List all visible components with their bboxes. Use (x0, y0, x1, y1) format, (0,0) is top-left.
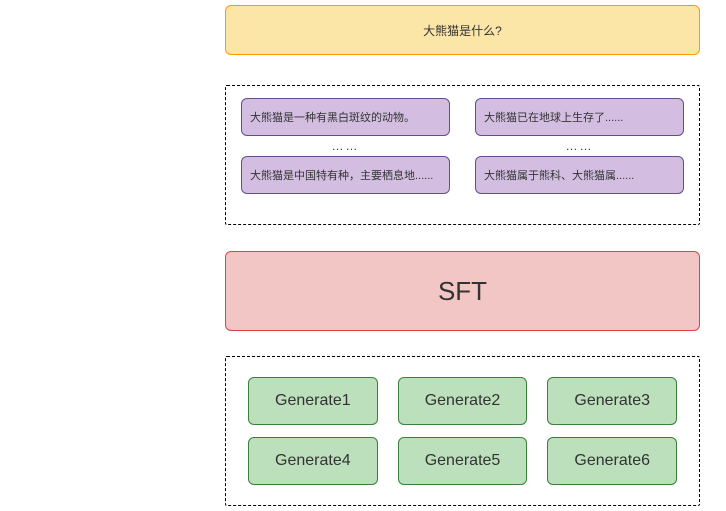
generate-label: Generate6 (574, 452, 650, 469)
samples-container: 大熊猫是一种有黑白斑纹的动物。 大熊猫已在地球上生存了...... …… …… … (225, 85, 700, 225)
ellipsis: …… (475, 139, 684, 153)
sft-box: SFT (225, 251, 700, 331)
generate-box: Generate1 (248, 377, 378, 425)
generate-label: Generate3 (574, 392, 650, 409)
sample-box: 大熊猫已在地球上生存了...... (475, 98, 684, 136)
samples-row-2: 大熊猫是中国特有种，主要栖息地...... 大熊猫属于熊科、大熊猫属...... (241, 156, 684, 194)
generate-box: Generate2 (398, 377, 528, 425)
sft-label: SFT (438, 276, 487, 307)
sample-box: 大熊猫属于熊科、大熊猫属...... (475, 156, 684, 194)
generate-container: Generate1 Generate2 Generate3 Generate4 … (225, 356, 700, 506)
generate-label: Generate1 (275, 392, 351, 409)
sample-box: 大熊猫是一种有黑白斑纹的动物。 (241, 98, 450, 136)
generate-label: Generate4 (275, 452, 351, 469)
sample-box: 大熊猫是中国特有种，主要栖息地...... (241, 156, 450, 194)
ellipsis-row: …… …… (241, 139, 684, 153)
generate-box: Generate5 (398, 437, 528, 485)
generate-label: Generate2 (425, 392, 501, 409)
question-box: 大熊猫是什么? (225, 5, 700, 55)
ellipsis: …… (241, 139, 450, 153)
samples-row-1: 大熊猫是一种有黑白斑纹的动物。 大熊猫已在地球上生存了...... (241, 98, 684, 136)
question-text: 大熊猫是什么? (423, 22, 502, 39)
generate-row-1: Generate1 Generate2 Generate3 (248, 377, 677, 425)
generate-row-2: Generate4 Generate5 Generate6 (248, 437, 677, 485)
sample-text: 大熊猫是一种有黑白斑纹的动物。 (250, 112, 415, 124)
sample-text: 大熊猫已在地球上生存了...... (484, 112, 623, 124)
sample-text: 大熊猫属于熊科、大熊猫属...... (484, 170, 634, 182)
generate-box: Generate6 (547, 437, 677, 485)
generate-box: Generate4 (248, 437, 378, 485)
sample-text: 大熊猫是中国特有种，主要栖息地...... (250, 170, 433, 182)
generate-label: Generate5 (425, 452, 501, 469)
generate-box: Generate3 (547, 377, 677, 425)
